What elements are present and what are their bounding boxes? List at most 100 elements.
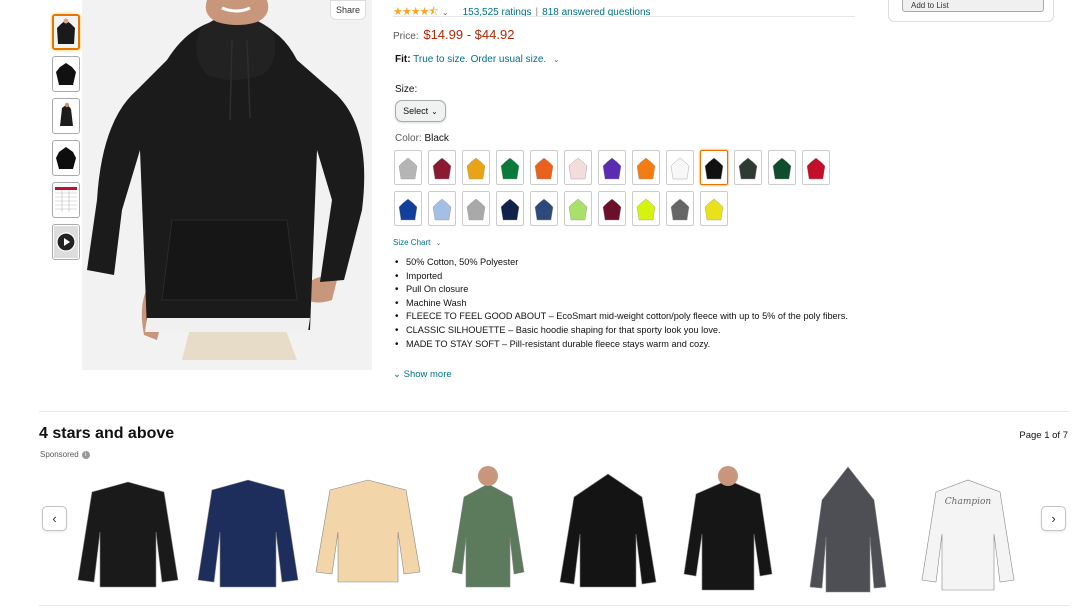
main-product-image[interactable] xyxy=(82,0,372,370)
carousel-next-button[interactable]: › xyxy=(1041,506,1066,531)
swatch-lime[interactable] xyxy=(564,191,592,226)
rating-row: ★★★★⯪ ⌄ 153,525 ratings | 818 answered q… xyxy=(393,3,651,22)
hoodie-icon xyxy=(466,157,486,179)
swatch-slate-blue[interactable] xyxy=(530,191,558,226)
price-value: $14.99 - $44.92 xyxy=(423,27,515,42)
swatch-light-blue[interactable] xyxy=(428,191,456,226)
size-chart-chevron-icon[interactable]: ⌄ xyxy=(436,240,442,247)
hoodie-icon xyxy=(568,198,588,220)
size-select[interactable]: Select ⌄ xyxy=(395,100,446,122)
hoodie-icon xyxy=(432,157,452,179)
add-to-list-button[interactable]: Add to List xyxy=(902,0,1044,12)
hoodie-icon xyxy=(602,198,622,220)
chevron-right-icon: › xyxy=(1051,511,1056,526)
swatch-pale-pink[interactable] xyxy=(564,150,592,185)
swatch-cardinal[interactable] xyxy=(598,191,626,226)
swatch-dark-green[interactable] xyxy=(768,150,796,185)
thumbnail-hoodie-back[interactable] xyxy=(52,140,80,176)
info-icon[interactable]: i xyxy=(81,450,90,459)
swatch-black[interactable] xyxy=(700,150,728,185)
feature-bullet: Imported xyxy=(393,270,853,284)
black-hoodie-image xyxy=(559,473,657,588)
swatch-orange[interactable] xyxy=(530,150,558,185)
carousel-item-white-champion-sweatshirt[interactable]: Champion xyxy=(914,462,1022,597)
carousel-item-beige-fleece-sweatshirt[interactable] xyxy=(314,462,422,597)
swatch-light-steel[interactable] xyxy=(462,191,490,226)
hoodie-icon xyxy=(500,198,520,220)
feature-bullet: MADE TO STAY SOFT – Pill-resistant durab… xyxy=(393,338,853,352)
carousel-item-navy-plaid-sweater[interactable] xyxy=(194,462,302,597)
fit-chevron-icon[interactable]: ⌄ xyxy=(553,55,560,64)
chevron-left-icon: ‹ xyxy=(52,511,57,526)
hoodie-icon xyxy=(534,157,554,179)
hoodie-icon xyxy=(602,157,622,179)
hoodie-icon xyxy=(432,198,452,220)
swatch-green[interactable] xyxy=(496,150,524,185)
chevron-down-icon: ⌄ xyxy=(431,106,438,116)
thumbnail-hoodie-front[interactable] xyxy=(52,14,80,50)
fit-value[interactable]: True to size. Order usual size. xyxy=(413,54,546,65)
hoodie-model-image xyxy=(82,0,372,370)
swatch-safety-green[interactable] xyxy=(632,191,660,226)
star-rating-icon[interactable]: ★★★★⯪ xyxy=(393,3,439,22)
show-more-link[interactable]: ⌄ Show more xyxy=(393,369,452,380)
thumbnail-size-chart[interactable] xyxy=(52,182,80,218)
carousel-item-olive-hoodie-model[interactable] xyxy=(434,462,542,597)
section-divider xyxy=(39,411,1069,412)
share-button[interactable]: Share xyxy=(330,0,366,20)
sponsored-text: Sponsored xyxy=(40,450,79,459)
show-more-label[interactable]: Show more xyxy=(404,369,452,380)
swatch-charcoal[interactable] xyxy=(734,150,762,185)
hoodie-icon xyxy=(500,157,520,179)
size-chart-link[interactable]: Size Chart ⌄ xyxy=(393,238,441,247)
hoodie-icon xyxy=(772,157,792,179)
sponsored-label: Sponsored i xyxy=(40,450,90,459)
swatch-smoke-grey[interactable] xyxy=(666,191,694,226)
carousel-item-black-sweatshirt[interactable] xyxy=(74,462,182,597)
carousel-item-black-hoodie-model[interactable] xyxy=(674,462,782,597)
carousel-item-grey-zip-hoodie[interactable] xyxy=(794,462,902,597)
hoodie-icon xyxy=(534,198,554,220)
swatch-yellow[interactable] xyxy=(700,191,728,226)
beige-fleece-sweatshirt-image xyxy=(315,479,421,583)
hoodie-icon xyxy=(568,157,588,179)
divider xyxy=(39,605,1069,606)
show-more-chevron-icon[interactable]: ⌄ xyxy=(393,369,401,380)
hoodie-icon xyxy=(670,198,690,220)
carousel-page-count: Page 1 of 7 xyxy=(1019,430,1068,441)
color-selected-value: Black xyxy=(424,133,449,144)
carousel-prev-button[interactable]: ‹ xyxy=(42,506,67,531)
feature-bullets: 50% Cotton, 50% PolyesterImportedPull On… xyxy=(393,256,853,351)
size-chart-label[interactable]: Size Chart xyxy=(393,238,430,247)
swatch-purple[interactable] xyxy=(598,150,626,185)
fit-row[interactable]: Fit: True to size. Order usual size. ⌄ xyxy=(395,54,560,65)
swatch-safety-orange[interactable] xyxy=(632,150,660,185)
thumbnail-strip xyxy=(52,14,80,266)
hoodie-icon xyxy=(466,198,486,220)
hoodie-icon xyxy=(806,157,826,179)
swatch-grey[interactable] xyxy=(394,150,422,185)
carousel-item-black-hoodie[interactable] xyxy=(554,462,662,597)
swatch-red[interactable] xyxy=(802,150,830,185)
swatch-maroon[interactable] xyxy=(428,150,456,185)
navy-plaid-sweater-image xyxy=(197,479,299,588)
hoodie-icon xyxy=(398,198,418,220)
price-label: Price: xyxy=(393,31,419,42)
thumbnail-hoodie-side[interactable] xyxy=(52,98,80,134)
black-sweatshirt-image xyxy=(77,481,179,588)
swatch-gold[interactable] xyxy=(462,150,490,185)
grey-zip-hoodie-image xyxy=(809,466,887,593)
hoodie-icon xyxy=(636,157,656,179)
carousel-items: Champion xyxy=(74,462,1034,597)
carousel-title: 4 stars and above xyxy=(39,425,175,442)
feature-bullet: Pull On closure xyxy=(393,283,853,297)
thumbnail-hoodie-flat[interactable] xyxy=(52,56,80,92)
hoodie-icon xyxy=(738,157,758,179)
hoodie-icon xyxy=(704,157,724,179)
color-label: Color: Black xyxy=(395,133,449,144)
black-hoodie-model-image xyxy=(683,466,773,591)
swatch-white[interactable] xyxy=(666,150,694,185)
thumbnail-video[interactable] xyxy=(52,224,80,260)
swatch-navy[interactable] xyxy=(496,191,524,226)
swatch-royal-blue[interactable] xyxy=(394,191,422,226)
